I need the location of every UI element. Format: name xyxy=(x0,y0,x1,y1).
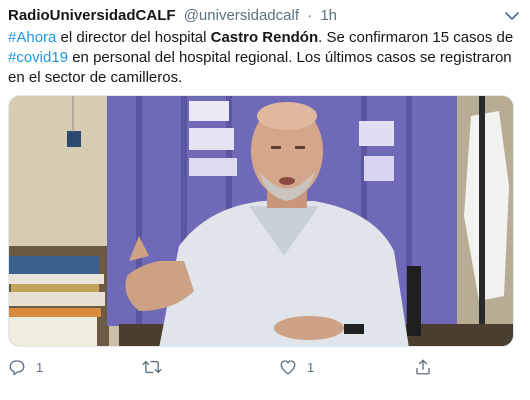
tweet-text-line: en el sector de camilleros. xyxy=(8,68,523,88)
retweet-icon xyxy=(142,358,162,376)
tweet-header: RadioUniversidadCALF @universidadcalf · … xyxy=(8,7,337,25)
tweet-actions: 1 1 xyxy=(0,355,530,379)
heart-icon xyxy=(279,358,297,376)
reply-button[interactable]: 1 xyxy=(8,355,43,379)
tweet-text: #Ahora el director del hospital Castro R… xyxy=(8,28,523,88)
more-options-chevron-icon[interactable] xyxy=(503,9,521,23)
tweet-text-segment: en personal del hospital regional. Los ú… xyxy=(68,49,512,66)
hashtag-link[interactable]: #covid19 xyxy=(8,49,68,66)
reply-count: 1 xyxy=(36,359,44,375)
tweet-text-segment: en el sector de camilleros. xyxy=(8,69,183,86)
separator-dot: · xyxy=(307,7,313,24)
tweet[interactable]: RadioUniversidadCALF @universidadcalf · … xyxy=(0,0,530,400)
author-name[interactable]: RadioUniversidadCALF xyxy=(8,7,176,24)
tweet-text-segment: . Se confirmaron 15 casos de xyxy=(318,29,514,46)
like-button[interactable]: 1 xyxy=(279,355,314,379)
reply-icon xyxy=(8,358,26,376)
tweet-text-line: #covid19 en personal del hospital region… xyxy=(8,48,523,68)
tweet-photo[interactable] xyxy=(8,95,514,347)
bold-text: Castro Rendón xyxy=(210,29,319,46)
tweet-text-line: #Ahora el director del hospital Castro R… xyxy=(8,28,523,48)
photo-man-seated-at-desk xyxy=(9,96,513,346)
author-handle[interactable]: @universidadcalf xyxy=(184,7,299,24)
share-icon xyxy=(414,358,432,376)
retweet-button[interactable] xyxy=(142,355,172,379)
hashtag-link[interactable]: #Ahora xyxy=(8,29,56,46)
timestamp[interactable]: 1h xyxy=(320,7,337,24)
tweet-text-segment: el director del hospital xyxy=(56,29,211,46)
like-count: 1 xyxy=(307,359,315,375)
share-button[interactable] xyxy=(414,355,442,379)
